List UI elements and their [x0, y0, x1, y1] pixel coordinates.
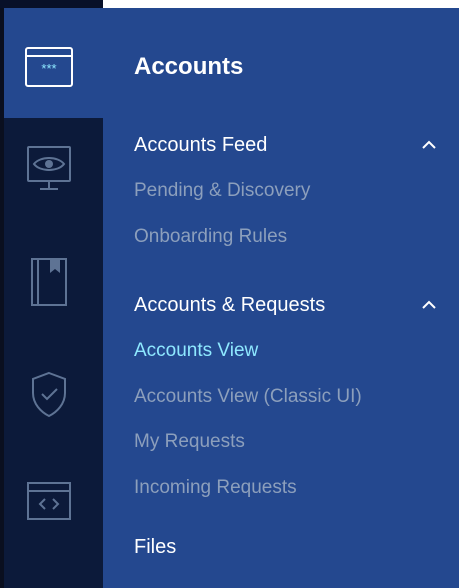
monitor-eye-icon[interactable] [20, 139, 78, 197]
menu-item-incoming-requests[interactable]: Incoming Requests [134, 475, 297, 501]
files-group[interactable]: Files [134, 534, 176, 560]
code-window-icon[interactable] [20, 473, 78, 531]
menu-item-my-requests[interactable]: My Requests [134, 429, 245, 455]
chevron-up-icon[interactable] [420, 296, 438, 314]
menu-item-onboarding-rules[interactable]: Onboarding Rules [134, 224, 287, 250]
panel-right-margin [459, 8, 475, 588]
menu-item-pending-discovery[interactable]: Pending & Discovery [134, 178, 310, 204]
shield-check-icon[interactable] [20, 365, 78, 423]
rail-top-cutoff [0, 0, 103, 8]
accounts-feed-group[interactable]: Accounts Feed [134, 132, 267, 158]
menu-item-accounts-view-classic[interactable]: Accounts View (Classic UI) [134, 384, 362, 410]
menu-title: Accounts [134, 53, 244, 80]
chevron-up-icon[interactable] [420, 136, 438, 154]
partial-title: My accounts [164, 0, 285, 8]
accounts-menu-panel: Accounts Accounts Feed Pending & Discove… [103, 8, 459, 588]
ui-frame: *** Accounts Accounts Feed Pending & Dis… [0, 0, 475, 588]
book-icon[interactable] [20, 253, 78, 311]
svg-text:***: *** [41, 61, 56, 76]
accounts-requests-group[interactable]: Accounts & Requests [134, 292, 325, 318]
accounts-panel-icon[interactable]: *** [20, 38, 78, 96]
menu-item-accounts-view[interactable]: Accounts View [134, 338, 258, 364]
